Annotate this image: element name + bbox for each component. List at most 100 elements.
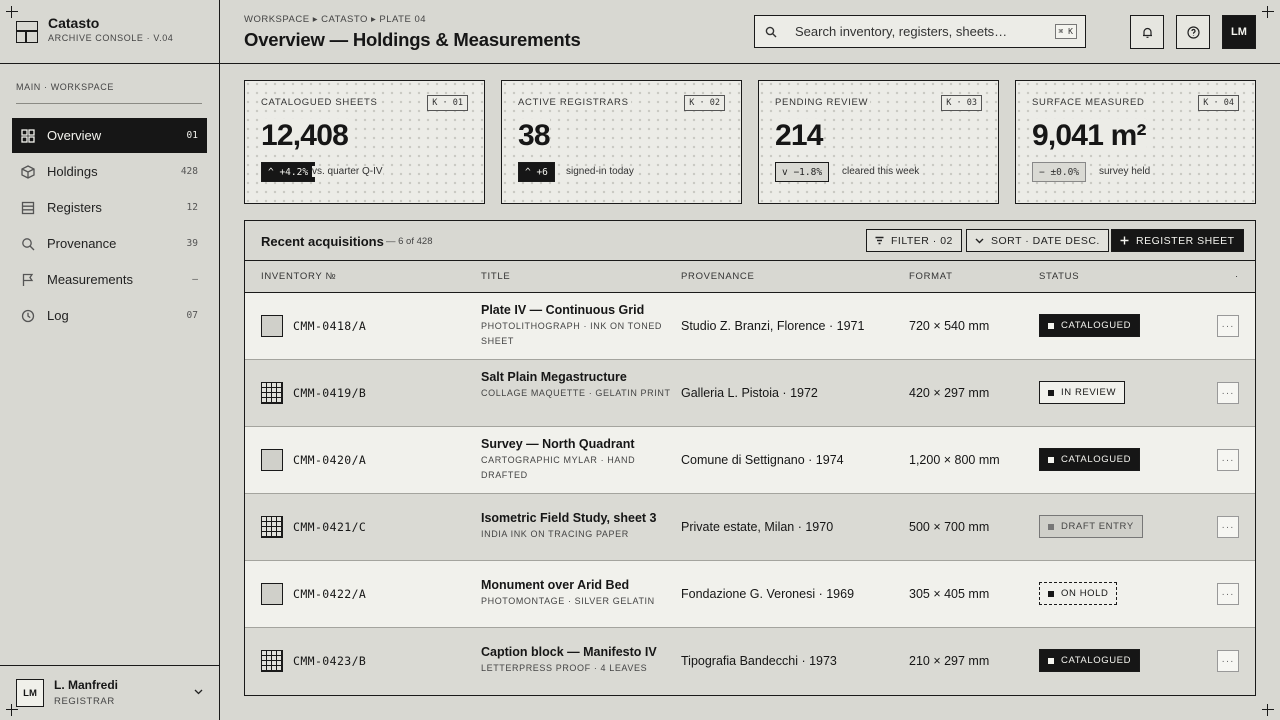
sidebar-item-count: 01: [186, 130, 198, 141]
sheet-thumbnail: [261, 650, 283, 672]
corner-crosshair-icon: [1262, 6, 1274, 18]
format: 500 × 700 mm: [909, 520, 990, 534]
sheet-medium: LETTERPRESS PROOF · 4 LEAVES: [481, 663, 648, 673]
column-header[interactable]: PROVENANCE: [681, 271, 755, 282]
kpi-code: K · 03: [941, 95, 982, 111]
sort-label: SORT · DATE DESC.: [991, 234, 1100, 247]
sidebar-item-label: Measurements: [47, 272, 133, 287]
table-row[interactable]: CMM-0420/A Survey — North Quadrant CARTO…: [245, 427, 1255, 494]
kpi-code: K · 02: [684, 95, 725, 111]
chevron-down-icon[interactable]: [194, 687, 203, 696]
user-name: L. Manfredi: [54, 678, 119, 692]
sidebar-item-log[interactable]: Log 07: [12, 298, 207, 333]
provenance: Fondazione G. Veronesi · 1969: [681, 587, 855, 601]
corner-crosshair-icon: [6, 704, 18, 716]
kpi-delta: v −1.8%: [775, 162, 830, 182]
sidebar-item-count: —: [192, 274, 198, 285]
table-row[interactable]: CMM-0423/B Caption block — Manifesto IV …: [245, 628, 1255, 695]
chevron-down-icon: [975, 238, 984, 244]
sidebar-item-provenance[interactable]: Provenance 39: [12, 226, 207, 261]
kpi-card-pending: PENDING REVIEW K · 03 214 v −1.8% cleare…: [758, 80, 999, 204]
column-header[interactable]: FORMAT: [909, 271, 953, 282]
help-button[interactable]: [1176, 15, 1210, 49]
search-input[interactable]: [795, 24, 1045, 39]
brand[interactable]: Catasto ARCHIVE CONSOLE · V.04: [0, 0, 219, 64]
sidebar-item-label: Log: [47, 308, 69, 323]
kpi-label: CATALOGUED SHEETS: [261, 97, 380, 108]
inventory-number: CMM-0418/A: [293, 319, 367, 333]
status-badge: CATALOGUED: [1039, 448, 1141, 471]
breadcrumb[interactable]: WORKSPACE ▸ CATASTO ▸ PLATE 04: [244, 14, 426, 25]
plus-icon: [1120, 236, 1129, 245]
filter-button[interactable]: FILTER · 02: [866, 229, 962, 252]
sidebar-item-overview[interactable]: Overview 01: [12, 118, 207, 153]
format: 305 × 405 mm: [909, 587, 990, 601]
format: 420 × 297 mm: [909, 386, 990, 400]
sort-button[interactable]: SORT · DATE DESC.: [966, 229, 1109, 252]
sidebar-item-count: 428: [180, 166, 198, 177]
kpi-card-catalogued: CATALOGUED SHEETS K · 01 12,408 ^ +4.2% …: [244, 80, 485, 204]
divider: [16, 103, 202, 104]
panel-title: Recent acquisitions: [261, 234, 384, 249]
user-menu[interactable]: LM L. Manfredi REGISTRAR: [0, 665, 219, 720]
provenance: Galleria L. Pistoia · 1972: [681, 386, 818, 400]
more-actions-button[interactable]: ···: [1217, 650, 1239, 672]
sidebar: Catasto ARCHIVE CONSOLE · V.04 MAIN · WO…: [0, 0, 220, 720]
kpi-card-registrars: ACTIVE REGISTRARS K · 02 38 ^ +6 signed-…: [501, 80, 742, 204]
status-badge: DRAFT ENTRY: [1039, 515, 1143, 538]
kpi-delta: − ±0.0%: [1032, 162, 1087, 182]
sheet-title: Caption block — Manifesto IV: [481, 645, 657, 659]
sidebar-item-label: Provenance: [47, 236, 117, 251]
format: 720 × 540 mm: [909, 319, 990, 333]
app-subtitle: ARCHIVE CONSOLE · V.04: [48, 33, 174, 43]
filter-label: FILTER · 02: [891, 234, 953, 247]
more-actions-button[interactable]: ···: [1217, 382, 1239, 404]
more-actions-button[interactable]: ···: [1217, 315, 1239, 337]
kpi-value: 12,408: [261, 119, 349, 153]
sidebar-item-registers[interactable]: Registers 12: [12, 190, 207, 225]
holdings-box-icon: [21, 164, 35, 179]
kpi-delta: ^ +6: [518, 162, 555, 182]
sheet-title: Salt Plain Megastructure: [481, 370, 627, 384]
registers-stack-icon: [21, 201, 35, 215]
provenance: Tipografia Bandecchi · 1973: [681, 654, 837, 668]
sidebar-item-label: Holdings: [47, 164, 98, 179]
status-badge: ON HOLD: [1039, 582, 1118, 605]
provenance: Comune di Settignano · 1974: [681, 453, 844, 467]
column-header[interactable]: INVENTORY №: [261, 271, 336, 282]
corner-crosshair-icon: [1262, 704, 1274, 716]
sidebar-item-count: 07: [186, 310, 198, 321]
sheet-medium: CARTOGRAPHIC MYLAR · HAND DRAFTED: [481, 455, 636, 480]
column-header[interactable]: STATUS: [1039, 271, 1079, 282]
profile-avatar-button[interactable]: LM: [1222, 15, 1256, 49]
search-icon: [21, 237, 35, 251]
sidebar-item-count: 12: [186, 202, 198, 213]
notifications-button[interactable]: [1130, 15, 1164, 49]
acquisitions-panel: Recent acquisitions — 6 of 428 FILTER · …: [244, 220, 1256, 696]
sheet-medium: INDIA INK ON TRACING PAPER: [481, 529, 629, 539]
inventory-number: CMM-0420/A: [293, 453, 367, 467]
kpi-value: 38: [518, 119, 551, 153]
more-actions-button[interactable]: ···: [1217, 583, 1239, 605]
sheet-thumbnail: [261, 382, 283, 404]
sidebar-item-measurements[interactable]: Measurements —: [12, 262, 207, 297]
more-actions-button[interactable]: ···: [1217, 516, 1239, 538]
table-row[interactable]: CMM-0421/C Isometric Field Study, sheet …: [245, 494, 1255, 561]
table-row[interactable]: CMM-0422/A Monument over Arid Bed PHOTOM…: [245, 561, 1255, 628]
kpi-note: signed-in today: [566, 166, 634, 177]
search-bar[interactable]: ⌘ K: [754, 15, 1086, 48]
column-header[interactable]: TITLE: [481, 271, 510, 282]
provenance: Studio Z. Branzi, Florence · 1971: [681, 319, 865, 333]
kpi-note: cleared this week: [842, 166, 920, 177]
register-sheet-label: REGISTER SHEET: [1136, 234, 1235, 247]
sidebar-item-holdings[interactable]: Holdings 428: [12, 154, 207, 189]
corner-crosshair-icon: [6, 6, 18, 18]
table-row[interactable]: CMM-0419/B Salt Plain Megastructure COLL…: [245, 360, 1255, 427]
kpi-delta: ^ +4.2%: [261, 162, 316, 182]
kpi-code: K · 01: [427, 95, 468, 111]
sidebar-nav: Overview 01 Holdings 428 Registers 12 Pr…: [12, 118, 207, 334]
more-actions-button[interactable]: ···: [1217, 449, 1239, 471]
table-row[interactable]: CMM-0418/A Plate IV — Continuous Grid PH…: [245, 293, 1255, 360]
sheet-title: Monument over Arid Bed: [481, 578, 630, 592]
register-sheet-button[interactable]: REGISTER SHEET: [1111, 229, 1244, 252]
